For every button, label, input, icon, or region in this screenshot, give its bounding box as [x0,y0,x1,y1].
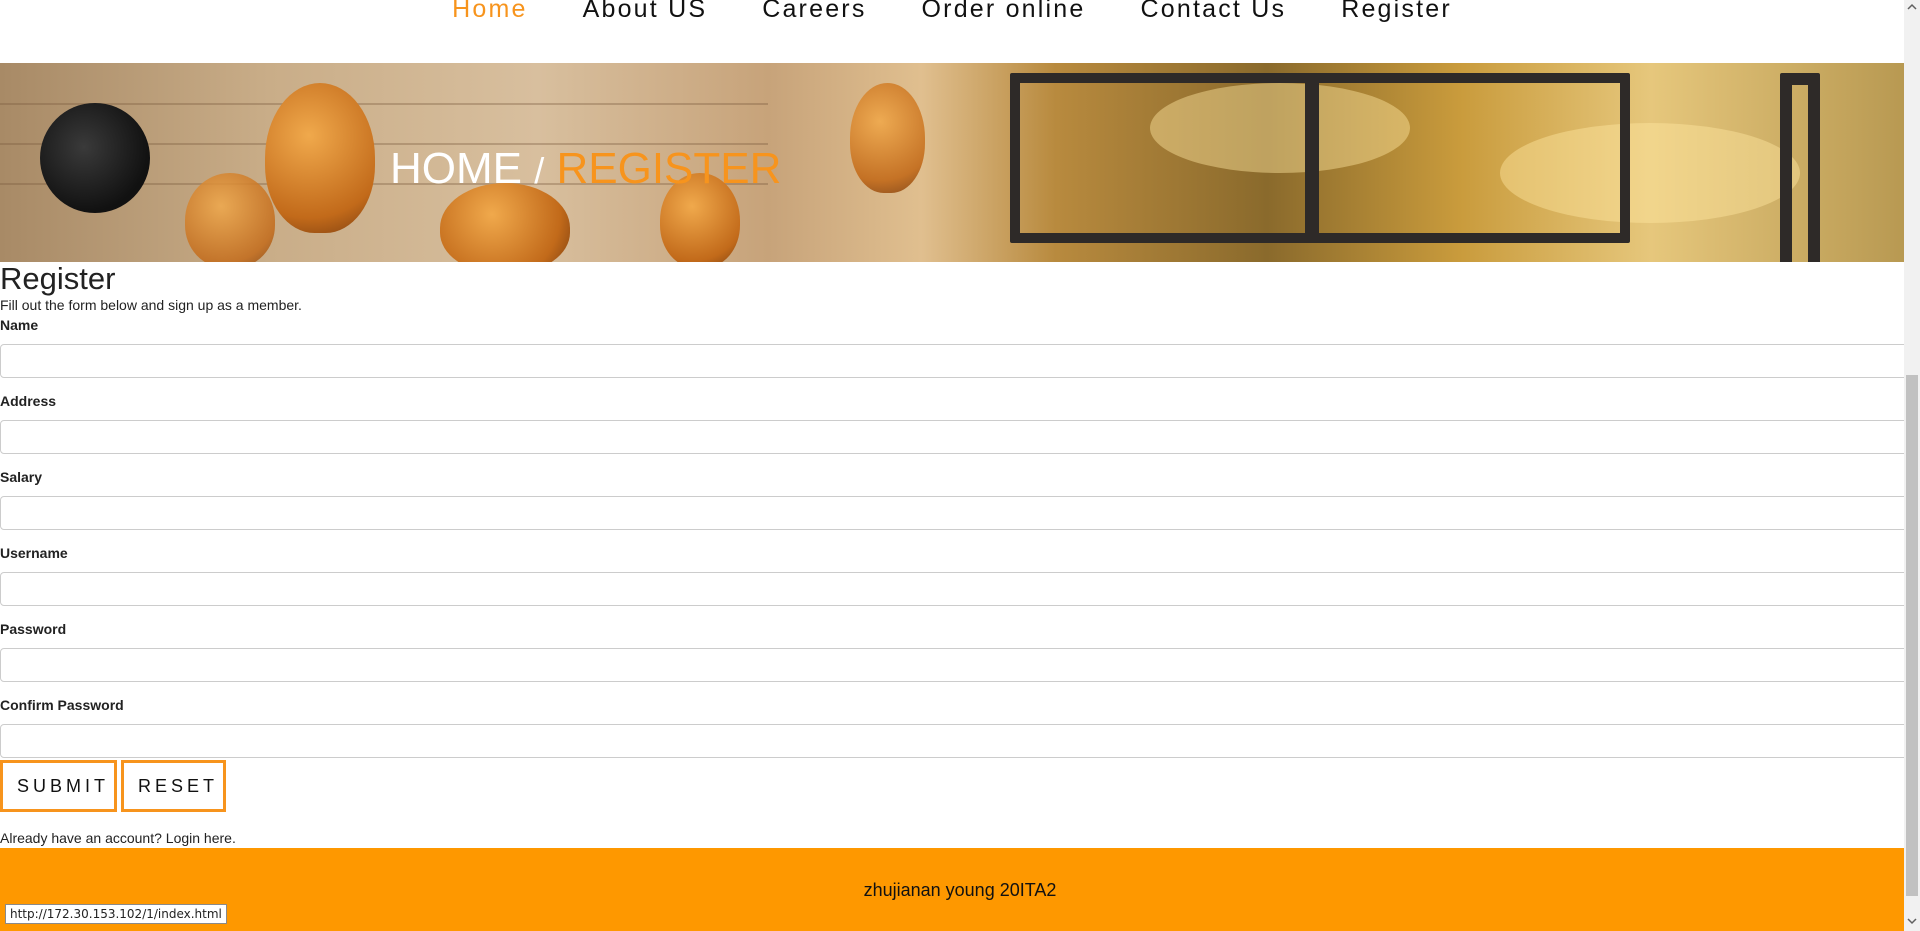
salary-input[interactable] [0,496,1904,530]
form-buttons: SUBMIT RESET [0,760,226,812]
name-field-group: Name [0,316,1904,378]
scrollbar-thumb[interactable] [1906,375,1918,896]
nav-contact-us[interactable]: Contact Us [1141,0,1287,24]
breadcrumb-current: REGISTER [556,144,782,193]
breadcrumb: HOME / REGISTER [390,144,781,196]
vertical-scrollbar[interactable] [1904,0,1920,931]
breadcrumb-separator: / [534,150,545,191]
page: Home About US Careers Order online Conta… [0,0,1904,931]
password-field-group: Password [0,620,1904,682]
page-title: Register [0,261,116,296]
username-input[interactable] [0,572,1904,606]
hero-banner: HOME / REGISTER [0,63,1904,262]
chevron-down-icon[interactable] [1904,914,1920,931]
login-prompt: Already have an account? Login here. [0,829,236,847]
confirm-password-label: Confirm Password [0,697,124,713]
nav-home[interactable]: Home [452,0,528,24]
footer-text: zhujianan young 20ITA2 [863,880,1057,900]
top-navigation: Home About US Careers Order online Conta… [0,0,1904,63]
nav-order-online[interactable]: Order online [922,0,1086,24]
password-input[interactable] [0,648,1904,682]
register-form: Register Fill out the form below and sig… [0,262,1904,772]
salary-label: Salary [0,469,43,485]
nav-about-us[interactable]: About US [583,0,708,24]
status-bar-url: http://172.30.153.102/1/index.html [5,904,227,924]
username-field-group: Username [0,544,1904,606]
confirm-password-field-group: Confirm Password [0,696,1904,758]
login-prompt-text: Already have an account? [0,830,162,846]
salary-field-group: Salary [0,468,1904,530]
footer: zhujianan young 20ITA2 [0,848,1904,931]
breadcrumb-home[interactable]: HOME [390,144,522,193]
address-input[interactable] [0,420,1904,454]
nav-register[interactable]: Register [1341,0,1452,24]
nav-careers[interactable]: Careers [762,0,866,24]
name-label: Name [0,317,39,333]
login-link[interactable]: Login here. [166,830,236,846]
reset-button[interactable]: RESET [121,760,226,812]
form-subtitle: Fill out the form below and sign up as a… [0,297,302,313]
address-field-group: Address [0,392,1904,454]
name-input[interactable] [0,344,1904,378]
submit-button[interactable]: SUBMIT [0,760,117,812]
address-label: Address [0,393,57,409]
username-label: Username [0,545,68,561]
confirm-password-input[interactable] [0,724,1904,758]
password-label: Password [0,621,67,637]
nav-list: Home About US Careers Order online Conta… [0,0,1904,24]
chevron-up-icon[interactable] [1904,0,1920,17]
